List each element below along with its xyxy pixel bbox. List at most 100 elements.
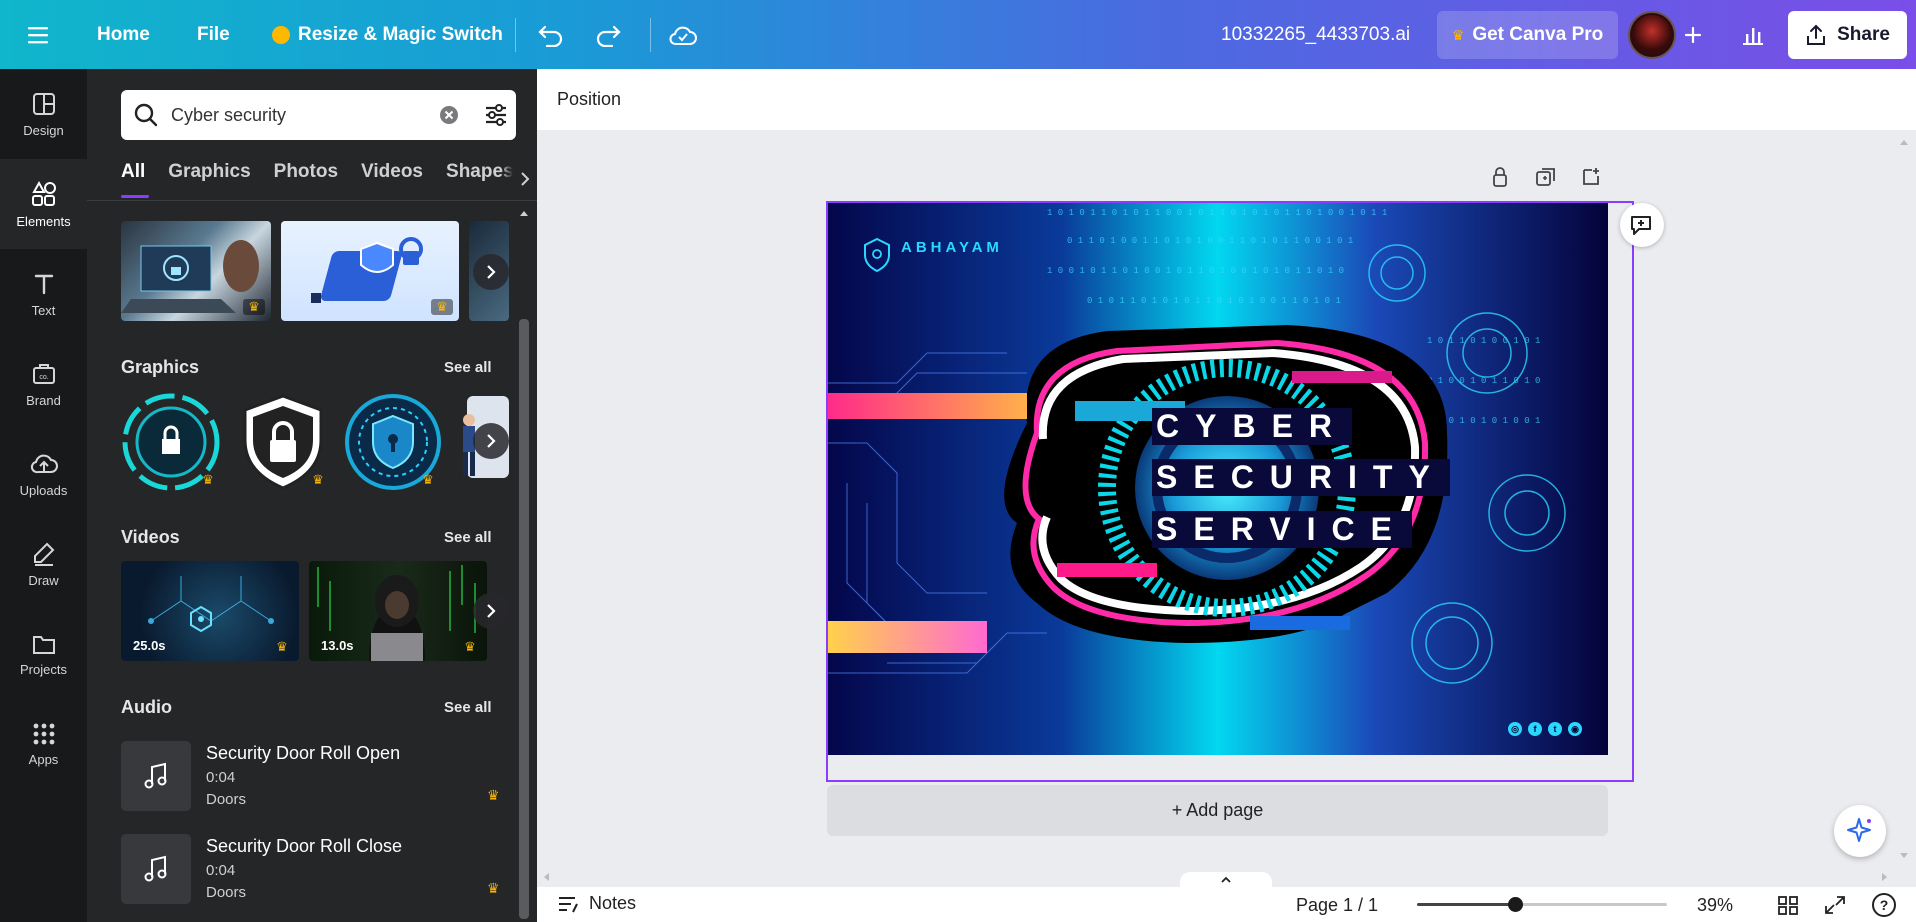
panel-scrollbar[interactable] bbox=[519, 319, 529, 919]
svg-text:◉: ◉ bbox=[1571, 724, 1579, 734]
sidebar-item-elements[interactable]: Elements bbox=[0, 159, 87, 249]
lock-icon bbox=[1493, 167, 1507, 187]
sidebar-item-apps[interactable]: Apps bbox=[0, 699, 87, 789]
add-page-top-button[interactable] bbox=[1580, 166, 1602, 193]
file-menu[interactable]: File bbox=[197, 0, 230, 69]
video-duration: 25.0s bbox=[133, 638, 166, 653]
expand-icon bbox=[1825, 896, 1845, 914]
avatar[interactable] bbox=[1628, 11, 1676, 59]
chevron-right-icon bbox=[487, 604, 496, 618]
search-box[interactable] bbox=[121, 90, 516, 140]
tab-graphics[interactable]: Graphics bbox=[168, 161, 250, 201]
videos-next-button[interactable] bbox=[473, 593, 509, 629]
filter-button[interactable] bbox=[483, 102, 509, 133]
audio-see-all-link[interactable]: See all bbox=[444, 699, 492, 716]
video-duration: 13.0s bbox=[321, 638, 354, 653]
scroll-up-arrow[interactable] bbox=[519, 205, 529, 219]
bottom-bar: Notes Page 1 / 1 39% ? bbox=[537, 887, 1916, 922]
fullscreen-button[interactable] bbox=[1824, 895, 1846, 920]
grid-view-button[interactable] bbox=[1777, 895, 1799, 920]
headline-line-3: SERVICE bbox=[1152, 511, 1412, 548]
svg-text:t: t bbox=[1554, 724, 1557, 734]
graphics-next-button[interactable] bbox=[473, 423, 509, 459]
redo-button[interactable] bbox=[594, 0, 622, 69]
svg-text:1 0 0 1 0 1 1 0 1 0 0 1 0 1 1: 1 0 0 1 0 1 1 0 1 0 0 1 0 1 1 0 1 0 0 1 … bbox=[1047, 266, 1344, 276]
position-button[interactable]: Position bbox=[557, 89, 621, 110]
file-name[interactable]: 10332265_4433703.ai bbox=[1221, 0, 1410, 69]
premium-crown-icon: ♛ bbox=[243, 299, 265, 315]
comment-plus-icon bbox=[1631, 216, 1651, 235]
add-comment-button[interactable] bbox=[1620, 203, 1664, 247]
get-pro-label: Get Canva Pro bbox=[1472, 24, 1604, 45]
video-thumb[interactable]: 25.0s ♛ bbox=[121, 561, 299, 661]
cloud-save-button[interactable] bbox=[668, 0, 698, 69]
sidebar-item-text[interactable]: Text bbox=[0, 249, 87, 339]
divider bbox=[515, 18, 516, 52]
sidebar-item-label: Elements bbox=[16, 213, 71, 229]
svg-text:co.: co. bbox=[39, 374, 48, 381]
tab-photos[interactable]: Photos bbox=[274, 161, 338, 201]
graphics-see-all-link[interactable]: See all bbox=[444, 359, 492, 376]
canvas-scroll-left[interactable] bbox=[541, 870, 551, 888]
zoom-slider[interactable] bbox=[1417, 897, 1667, 912]
undo-button[interactable] bbox=[537, 0, 565, 69]
videos-see-all-link[interactable]: See all bbox=[444, 529, 492, 546]
audio-artist: Doors bbox=[206, 884, 247, 901]
resize-button[interactable]: Resize & Magic Switch bbox=[272, 0, 503, 69]
clear-search-button[interactable] bbox=[439, 105, 459, 130]
hamburger-icon bbox=[28, 26, 48, 43]
audio-section-title: Audio bbox=[121, 697, 172, 717]
sidebar-item-draw[interactable]: Draw bbox=[0, 519, 87, 609]
video-thumb[interactable]: 13.0s ♛ bbox=[309, 561, 487, 661]
audio-item[interactable]: Security Door Roll Open 0:04 Doors ♛ bbox=[121, 741, 511, 821]
lock-page-button[interactable] bbox=[1490, 166, 1510, 193]
photo-thumb[interactable]: ♛ bbox=[281, 221, 459, 321]
top-bar: Home File Resize & Magic Switch 10332265… bbox=[0, 0, 1916, 69]
crown-icon: ♛ bbox=[1451, 26, 1465, 43]
insights-button[interactable] bbox=[1741, 0, 1765, 69]
graphic-thumb[interactable]: ♛ bbox=[343, 392, 443, 492]
notes-button[interactable]: Notes bbox=[557, 893, 636, 914]
resize-label: Resize & Magic Switch bbox=[298, 23, 503, 45]
uploads-icon bbox=[30, 454, 58, 473]
audio-title: Security Door Roll Close bbox=[206, 836, 403, 856]
get-pro-button[interactable]: ♛ Get Canva Pro bbox=[1437, 11, 1618, 59]
graphic-thumb[interactable]: ♛ bbox=[233, 392, 333, 492]
sidebar-item-label: Brand bbox=[26, 392, 61, 408]
add-collaborator-button[interactable] bbox=[1683, 0, 1703, 69]
premium-crown-icon: ♛ bbox=[312, 472, 324, 487]
menu-button[interactable] bbox=[28, 0, 52, 69]
magic-assistant-button[interactable] bbox=[1834, 805, 1886, 857]
canvas-scroll-right[interactable] bbox=[1880, 870, 1890, 888]
page-indicator[interactable]: Page 1 / 1 bbox=[1296, 895, 1378, 916]
canvas-scroll-down[interactable] bbox=[1898, 848, 1910, 866]
show-pages-button[interactable] bbox=[1180, 872, 1272, 888]
tabs-scroll-right-button[interactable] bbox=[501, 164, 531, 194]
audio-item[interactable]: Security Door Roll Close 0:04 Doors ♛ bbox=[121, 834, 511, 914]
elements-panel: All Graphics Photos Videos Shapes ♛ ♛ Gr… bbox=[87, 69, 537, 922]
svg-text:1 0 1 0 1 1 0 1 0 1 1 0 0 1 0: 1 0 1 0 1 1 0 1 0 1 1 0 0 1 0 1 1 0 1 0 … bbox=[1047, 208, 1387, 218]
share-button[interactable]: Share bbox=[1788, 11, 1907, 59]
add-page-button[interactable]: + Add page bbox=[827, 785, 1608, 836]
search-input[interactable] bbox=[171, 104, 421, 126]
graphic-thumb[interactable]: ♛ bbox=[121, 392, 223, 492]
audio-duration: 0:04 bbox=[206, 862, 236, 879]
sidebar-item-uploads[interactable]: Uploads bbox=[0, 429, 87, 519]
help-button[interactable]: ? bbox=[1872, 893, 1896, 917]
sidebar-item-brand[interactable]: co. Brand bbox=[0, 339, 87, 429]
sidebar-item-design[interactable]: Design bbox=[0, 69, 87, 159]
duplicate-page-button[interactable] bbox=[1535, 166, 1557, 193]
home-button[interactable]: Home bbox=[97, 0, 150, 69]
triangle-up-icon bbox=[1900, 140, 1908, 145]
sidebar-item-projects[interactable]: Projects bbox=[0, 609, 87, 699]
svg-text:0 1 1 0 1 0 0 1 1 0 1 0 1 0 0: 0 1 1 0 1 0 0 1 1 0 1 0 1 0 0 1 1 0 1 0 … bbox=[1067, 236, 1353, 246]
photo-thumb[interactable]: ♛ bbox=[121, 221, 271, 321]
undo-icon bbox=[538, 25, 563, 47]
tab-videos[interactable]: Videos bbox=[361, 161, 423, 201]
photos-next-button[interactable] bbox=[473, 254, 509, 290]
cloud-check-icon bbox=[669, 26, 697, 45]
zoom-slider-handle[interactable] bbox=[1507, 897, 1523, 912]
zoom-level[interactable]: 39% bbox=[1697, 895, 1733, 916]
canvas-scroll-up[interactable] bbox=[1898, 134, 1910, 152]
design-page[interactable]: 1 0 1 0 1 1 0 1 0 1 1 0 0 1 0 1 1 0 1 0 … bbox=[827, 203, 1608, 755]
